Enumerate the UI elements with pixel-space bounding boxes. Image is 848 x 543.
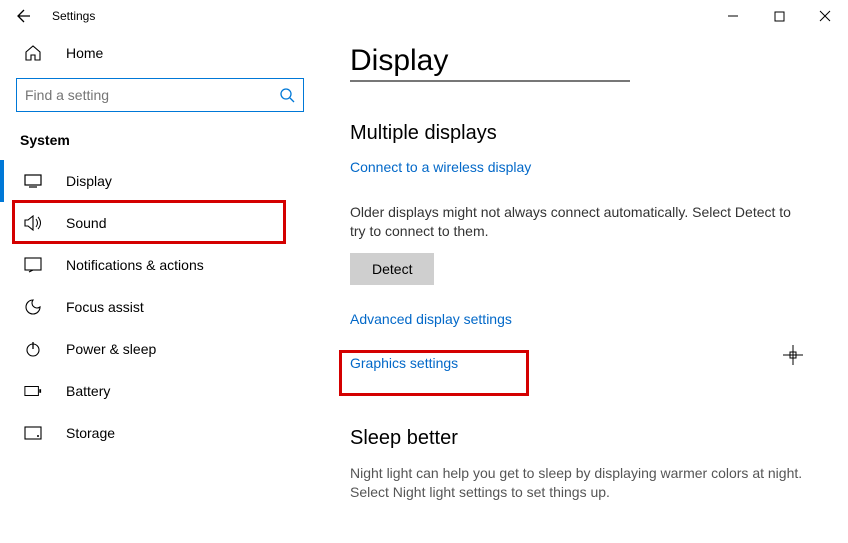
close-icon bbox=[819, 10, 831, 22]
detect-note: Older displays might not always connect … bbox=[350, 203, 808, 241]
sidebar-item-display[interactable]: Display bbox=[0, 160, 320, 202]
sidebar-item-label: Storage bbox=[66, 425, 115, 441]
sidebar-item-label: Display bbox=[66, 173, 112, 189]
maximize-button[interactable] bbox=[756, 0, 802, 32]
sidebar-item-label: Sound bbox=[66, 215, 106, 231]
sidebar-item-battery[interactable]: Battery bbox=[0, 370, 320, 412]
power-icon bbox=[24, 340, 42, 358]
window-title: Settings bbox=[52, 9, 95, 23]
title-underline bbox=[350, 80, 630, 82]
notifications-icon bbox=[24, 256, 42, 274]
battery-icon bbox=[24, 382, 42, 400]
focus-assist-icon bbox=[24, 298, 42, 316]
sleep-better-heading: Sleep better bbox=[350, 427, 808, 450]
storage-icon bbox=[24, 424, 42, 442]
page-title: Display bbox=[350, 44, 808, 78]
sidebar-home-label: Home bbox=[66, 45, 103, 61]
graphics-settings-link[interactable]: Graphics settings bbox=[350, 355, 458, 371]
display-icon bbox=[24, 172, 42, 190]
sidebar: Home System Display bbox=[0, 32, 320, 543]
detect-button[interactable]: Detect bbox=[350, 253, 434, 285]
search-input[interactable] bbox=[25, 87, 279, 103]
search-icon bbox=[279, 87, 295, 103]
sidebar-item-notifications[interactable]: Notifications & actions bbox=[0, 244, 320, 286]
sleep-note: Night light can help you get to sleep by… bbox=[350, 464, 808, 502]
sidebar-item-label: Battery bbox=[66, 383, 110, 399]
content-pane: Display Multiple displays Connect to a w… bbox=[320, 32, 848, 543]
search-box[interactable] bbox=[16, 78, 304, 112]
advanced-display-link[interactable]: Advanced display settings bbox=[350, 311, 512, 327]
sidebar-item-sound[interactable]: Sound bbox=[0, 202, 320, 244]
sound-icon bbox=[24, 214, 42, 232]
wireless-display-link[interactable]: Connect to a wireless display bbox=[350, 159, 531, 175]
sidebar-item-label: Power & sleep bbox=[66, 341, 156, 357]
maximize-icon bbox=[774, 11, 785, 22]
back-button[interactable] bbox=[8, 0, 40, 32]
sidebar-item-storage[interactable]: Storage bbox=[0, 412, 320, 454]
multiple-displays-heading: Multiple displays bbox=[350, 122, 808, 145]
minimize-icon bbox=[727, 10, 739, 22]
sidebar-home[interactable]: Home bbox=[0, 32, 320, 74]
sidebar-item-label: Notifications & actions bbox=[66, 257, 204, 273]
sidebar-group-label: System bbox=[0, 124, 320, 160]
sidebar-item-focus-assist[interactable]: Focus assist bbox=[0, 286, 320, 328]
arrow-left-icon bbox=[16, 8, 32, 24]
close-button[interactable] bbox=[802, 0, 848, 32]
home-icon bbox=[24, 44, 42, 62]
sidebar-item-label: Focus assist bbox=[66, 299, 144, 315]
titlebar: Settings bbox=[0, 0, 848, 32]
minimize-button[interactable] bbox=[710, 0, 756, 32]
sidebar-item-power-sleep[interactable]: Power & sleep bbox=[0, 328, 320, 370]
